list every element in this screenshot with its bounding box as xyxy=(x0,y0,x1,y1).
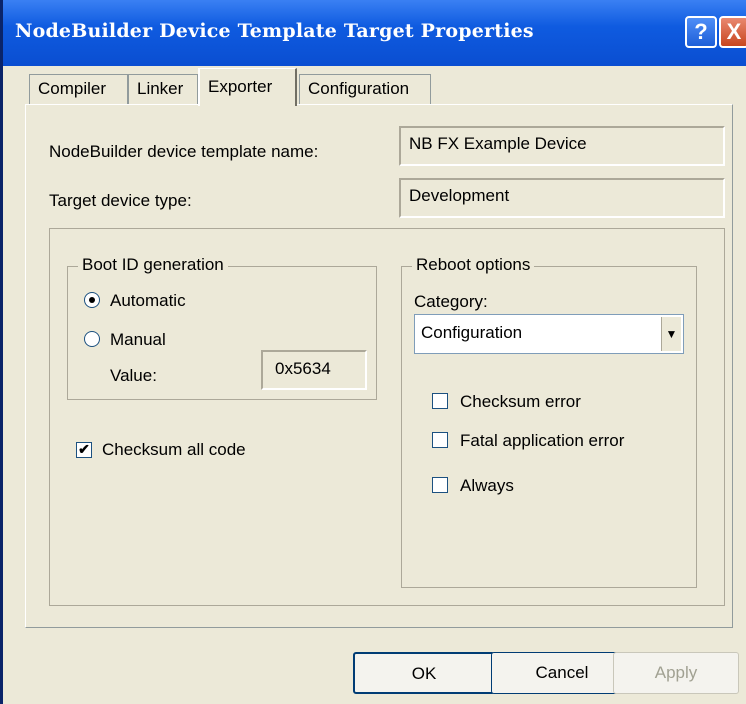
automatic-radio[interactable] xyxy=(84,292,100,308)
category-value: Configuration xyxy=(421,323,523,342)
checksum-all-checkbox[interactable]: ✔ xyxy=(76,442,92,458)
tab-configuration[interactable]: Configuration xyxy=(299,74,431,104)
close-button[interactable]: X xyxy=(719,16,746,48)
fatal-error-label[interactable]: Fatal application error xyxy=(460,431,624,451)
tab-linker[interactable]: Linker xyxy=(128,74,198,104)
properties-dialog: NodeBuilder Device Template Target Prope… xyxy=(0,0,746,704)
cancel-button[interactable]: Cancel xyxy=(491,652,633,694)
checksum-all-label[interactable]: Checksum all code xyxy=(102,440,246,460)
value-label: Value: xyxy=(110,366,157,385)
category-label: Category: xyxy=(414,292,488,311)
manual-label[interactable]: Manual xyxy=(110,330,166,350)
always-label[interactable]: Always xyxy=(460,476,514,496)
help-button[interactable]: ? xyxy=(685,16,717,48)
ok-button[interactable]: OK xyxy=(353,652,495,694)
boot-id-value-field: 0x5634 xyxy=(261,350,367,390)
category-dropdown[interactable]: Configuration ▼ xyxy=(414,314,684,354)
window-title: NodeBuilder Device Template Target Prope… xyxy=(15,20,534,42)
template-name-field: NB FX Example Device xyxy=(399,126,725,166)
device-type-label: Target device type: xyxy=(49,191,192,210)
device-type-field: Development xyxy=(399,178,725,218)
chevron-down-icon[interactable]: ▼ xyxy=(661,317,681,351)
checksum-error-label[interactable]: Checksum error xyxy=(460,392,581,412)
fatal-error-checkbox[interactable] xyxy=(432,432,448,448)
title-bar[interactable]: NodeBuilder Device Template Target Prope… xyxy=(3,0,746,66)
template-name-label: NodeBuilder device template name: xyxy=(49,142,319,161)
tab-exporter[interactable]: Exporter xyxy=(198,68,297,106)
always-checkbox[interactable] xyxy=(432,477,448,493)
checksum-error-checkbox[interactable] xyxy=(432,393,448,409)
boot-id-group-title: Boot ID generation xyxy=(78,255,228,275)
automatic-label[interactable]: Automatic xyxy=(110,291,186,311)
tab-compiler[interactable]: Compiler xyxy=(29,74,128,104)
apply-button[interactable]: Apply xyxy=(613,652,739,694)
reboot-options-title: Reboot options xyxy=(412,255,535,275)
manual-radio[interactable] xyxy=(84,331,100,347)
